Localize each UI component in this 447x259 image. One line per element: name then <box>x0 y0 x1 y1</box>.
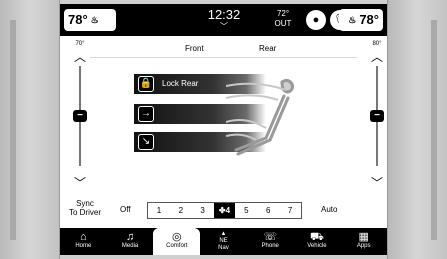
left-bezel <box>0 0 60 259</box>
left-temp-max-label: 70° <box>75 41 85 47</box>
nav-label: Home <box>75 243 92 249</box>
right-bezel <box>387 0 447 259</box>
fan-level-value: 4 <box>225 206 231 215</box>
touchscreen: 78° ♨ 12:32 ﹀ 72° OUT ● 🎙 ♨ 78° Front Re… <box>60 4 387 255</box>
chevron-down-icon: ﹀ <box>220 22 228 31</box>
sync-to-driver-button[interactable]: Sync To Driver <box>67 199 103 217</box>
seat-heat-icon: ♨ <box>348 15 357 25</box>
driver-temp-chip[interactable]: 78° ♨ <box>64 9 116 31</box>
profile-icon[interactable]: ● <box>306 10 326 30</box>
nav-label: Comfort <box>166 243 188 249</box>
seat-heat-icon: ♨ <box>90 15 99 25</box>
arrow-right-icon: → <box>138 106 154 122</box>
airflow-line <box>226 133 257 141</box>
compass-icon: ▲ <box>220 231 227 237</box>
fan-level-selected[interactable]: ✤4 <box>213 203 236 218</box>
status-bar: 78° ♨ 12:32 ﹀ 72° OUT ● 🎙 ♨ 78° <box>60 4 387 36</box>
outside-temp-value: 72° <box>276 9 290 18</box>
fan-off-button[interactable]: Off <box>120 205 131 214</box>
fan-level[interactable]: 6 <box>257 203 279 218</box>
passenger-temp-chip[interactable]: ♨ 78° <box>339 9 383 31</box>
left-temp-slider-handle[interactable]: − <box>73 110 87 122</box>
mode-label: Lock Rear <box>162 79 199 88</box>
zone-front-label[interactable]: Front <box>185 44 204 53</box>
nav-home[interactable]: ⌂ Home <box>60 228 107 255</box>
fan-speed-selector[interactable]: 1 2 3 ✤4 5 6 7 <box>147 202 302 219</box>
bezel-rib <box>431 20 437 240</box>
nav-comfort[interactable]: ◎ Comfort <box>153 228 201 255</box>
nav-label: Apps <box>356 243 371 249</box>
bezel-rib <box>10 20 16 240</box>
nav-label: Media <box>121 243 139 249</box>
sync-label: Sync <box>76 199 94 208</box>
fan-level[interactable]: 1 <box>148 203 170 218</box>
nav-label: Vehicle <box>307 243 327 249</box>
right-temp-max-label: 80° <box>372 41 382 47</box>
home-icon: ⌂ <box>80 231 87 243</box>
clock-time: 12:32 <box>207 7 241 22</box>
airflow-line <box>226 82 287 91</box>
chevron-up-icon[interactable]: ︿ <box>70 48 90 65</box>
fan-level[interactable]: 7 <box>279 203 301 218</box>
clock[interactable]: 12:32 ﹀ <box>200 7 248 31</box>
fan-level[interactable]: 3 <box>192 203 214 218</box>
nav-apps[interactable]: ▦ Apps <box>340 228 387 255</box>
lock-icon: 🔒 <box>138 76 154 92</box>
right-temp-slider-handle[interactable]: − <box>370 110 384 122</box>
nav-nav[interactable]: ▲ NE Nav <box>200 228 247 255</box>
airflow-line <box>226 94 279 101</box>
nav-phone[interactable]: ☏ Phone <box>247 228 294 255</box>
outside-temp-label: OUT <box>274 19 292 28</box>
chevron-down-icon[interactable]: ﹀ <box>70 174 90 191</box>
phone-icon: ☏ <box>263 231 278 243</box>
auto-button[interactable]: Auto <box>321 205 337 214</box>
divider <box>90 57 357 58</box>
zone-rear-label[interactable]: Rear <box>259 44 276 53</box>
music-note-icon: ♫ <box>125 231 135 243</box>
bottom-nav: ⌂ Home ♫ Media ◎ Comfort ▲ NE Nav ☏ Phon… <box>60 228 387 255</box>
airflow-line <box>226 119 267 129</box>
comfort-icon: ◎ <box>171 231 182 243</box>
nav-vehicle[interactable]: ⛟ Vehicle <box>294 228 341 255</box>
chevron-down-icon[interactable]: ﹀ <box>367 174 387 191</box>
fan-level[interactable]: 5 <box>235 203 257 218</box>
chevron-up-icon[interactable]: ︿ <box>367 48 387 65</box>
outside-temp: 72° OUT <box>268 9 298 29</box>
car-icon: ⛟ <box>310 231 324 243</box>
passenger-temp: 78° <box>359 12 379 27</box>
fan-icon: ✤ <box>218 206 226 215</box>
sync-label: To Driver <box>68 208 101 217</box>
driver-temp: 78° <box>68 12 88 27</box>
nav-label: Phone <box>261 243 279 249</box>
seat-illustration <box>226 78 294 156</box>
apps-grid-icon: ▦ <box>358 231 369 243</box>
nav-media[interactable]: ♫ Media <box>107 228 154 255</box>
fan-level[interactable]: 2 <box>170 203 192 218</box>
arrow-down-right-icon: ↘ <box>138 134 154 150</box>
nav-heading: NE <box>219 238 228 244</box>
nav-label: Nav <box>218 245 229 251</box>
